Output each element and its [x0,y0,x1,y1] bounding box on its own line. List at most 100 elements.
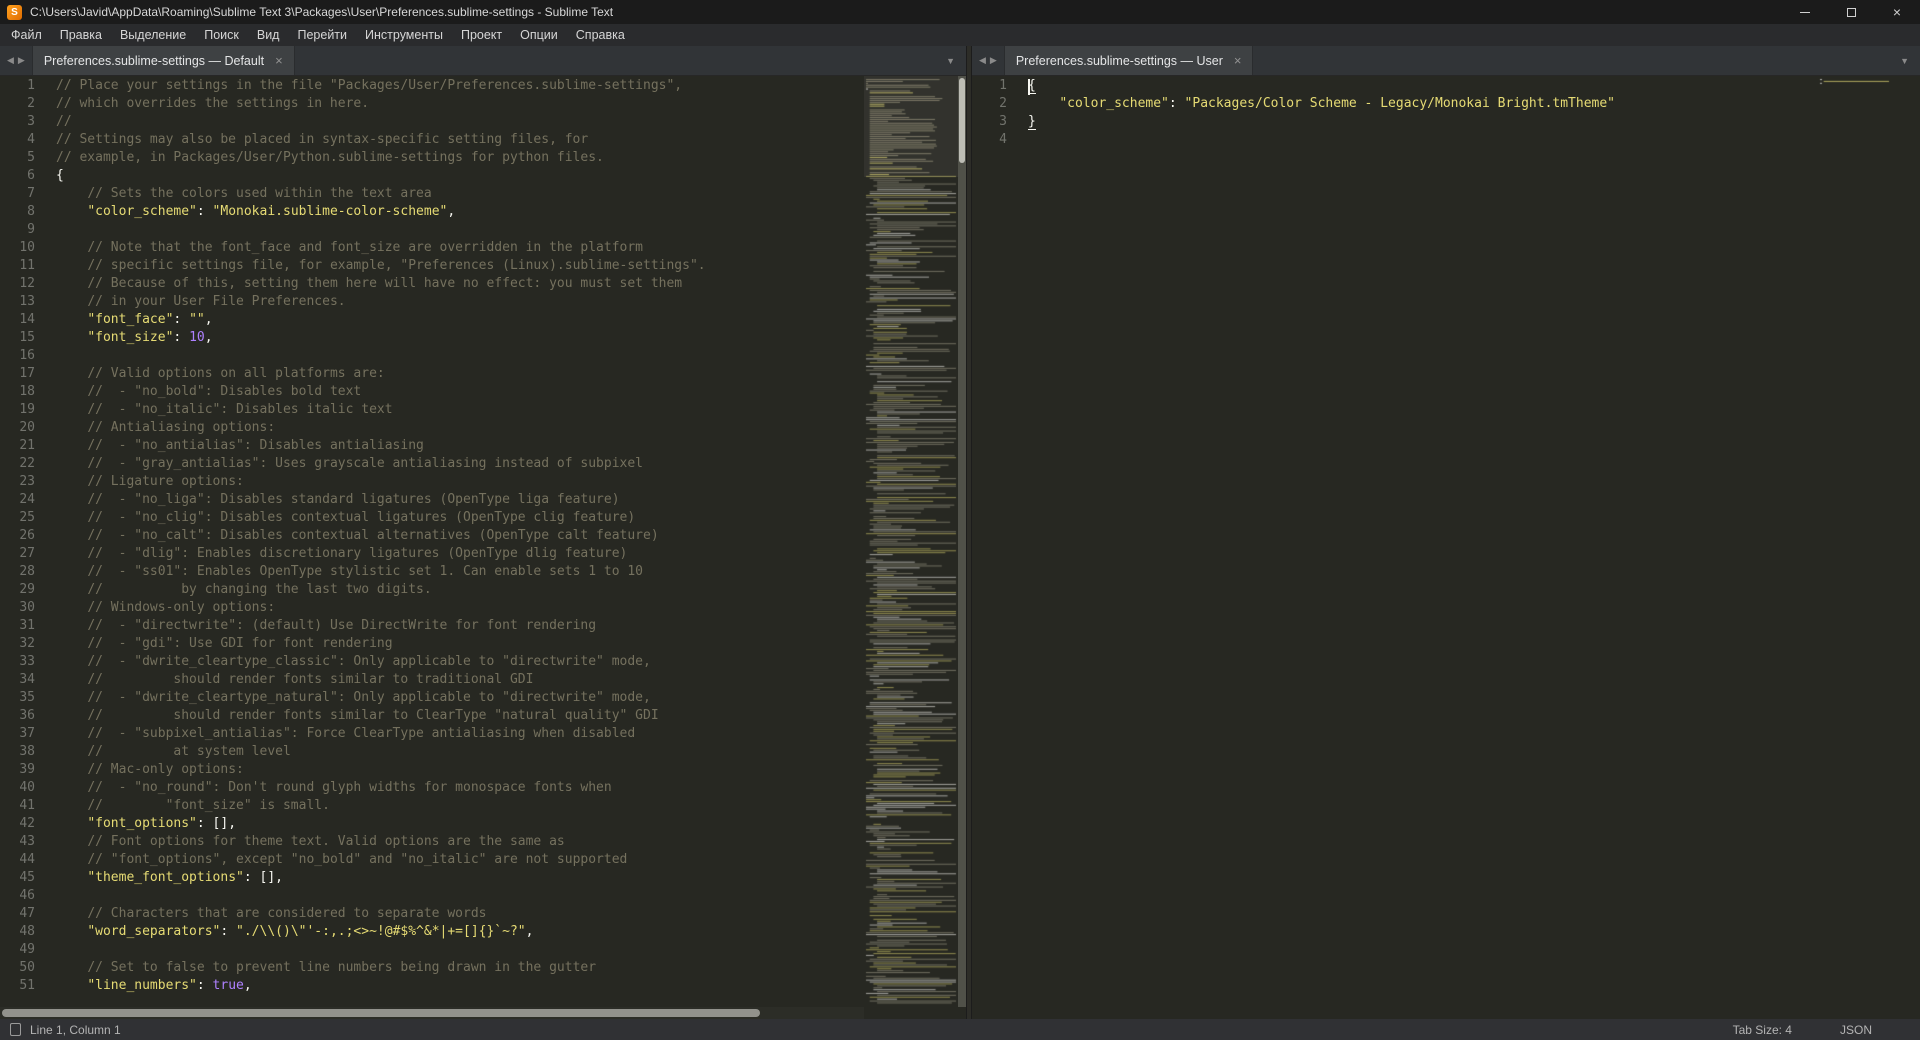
code-line[interactable]: "font_size": 10, [56,330,864,348]
code-line[interactable]: // specific settings file, for example, … [56,258,864,276]
code-line[interactable]: // [56,114,864,132]
code-line[interactable]: // Because of this, setting them here wi… [56,276,864,294]
minimize-button[interactable] [1782,0,1828,24]
tab-close-icon[interactable]: × [275,54,283,67]
code-line[interactable]: // Settings may also be placed in syntax… [56,132,864,150]
status-tab-size[interactable]: Tab Size: 4 [1733,1023,1792,1037]
code-line[interactable]: "font_face": "", [56,312,864,330]
code-line[interactable]: // - "no_italic": Disables italic text [56,402,864,420]
vertical-scrollbar[interactable] [958,76,966,1007]
next-tab-icon[interactable]: ▶ [18,55,25,66]
code-area[interactable]: { "color_scheme": "Packages/Color Scheme… [1016,76,1818,1019]
code-line[interactable]: // Antialiasing options: [56,420,864,438]
code-line[interactable]: // - "dwrite_cleartype_classic": Only ap… [56,654,864,672]
code-line[interactable]: // should render fonts similar to tradit… [56,672,864,690]
status-syntax[interactable]: JSON [1840,1023,1872,1037]
menu-item[interactable]: Проект [452,24,511,46]
code-line[interactable]: // which overrides the settings in here. [56,96,864,114]
code-line[interactable]: // Ligature options: [56,474,864,492]
hscroll-track[interactable] [0,1007,864,1019]
code-line[interactable]: // "font_size" is small. [56,798,864,816]
code-line[interactable]: // - "no_round": Don't round glyph width… [56,780,864,798]
line-number: 4 [999,132,1007,147]
code-line[interactable]: // - "gray_antialias": Uses grayscale an… [56,456,864,474]
code-line[interactable]: "line_numbers": true, [56,978,864,996]
code-line[interactable]: // Note that the font_face and font_size… [56,240,864,258]
editor-left[interactable]: 1 2 3 4 5 6 7 8 9 10 11 12 13 14 15 16 17 18 19 20 21 22 23 24 2… [0,76,966,1007]
code-line[interactable]: // Set to false to prevent line numbers … [56,960,864,978]
prev-tab-icon[interactable]: ◀ [7,55,14,66]
code-line[interactable] [56,348,864,366]
code-line[interactable]: "color_scheme": "Packages/Color Scheme -… [1028,96,1818,114]
code-line[interactable]: // Sets the colors used within the text … [56,186,864,204]
code-line[interactable]: "color_scheme": "Monokai.sublime-color-s… [56,204,864,222]
menu-item[interactable]: Инструменты [356,24,452,46]
code-line[interactable]: // Valid options on all platforms are: [56,366,864,384]
code-line[interactable]: // example, in Packages/User/Python.subl… [56,150,864,168]
tab-close-icon[interactable]: × [1234,54,1242,67]
menu-item[interactable]: Перейти [288,24,356,46]
code-line[interactable]: "theme_font_options": [], [56,870,864,888]
tab-preferences-user[interactable]: Preferences.sublime-settings — User × [1003,46,1254,75]
maximize-button[interactable] [1828,0,1874,24]
code-line[interactable]: // in your User File Preferences. [56,294,864,312]
tab-overflow-icon[interactable]: ▼ [935,46,966,75]
code-line[interactable]: // by changing the last two digits. [56,582,864,600]
code-line[interactable] [56,942,864,960]
title-bar: S C:\Users\Javid\AppData\Roaming\Sublime… [0,0,1920,24]
code-line[interactable]: } [1028,114,1818,132]
code-line[interactable]: "font_options": [], [56,816,864,834]
code-line[interactable]: // "font_options", except "no_bold" and … [56,852,864,870]
code-line[interactable]: // - "dlig": Enables discretionary ligat… [56,546,864,564]
code-line[interactable]: // - "no_antialias": Disables antialiasi… [56,438,864,456]
code-line[interactable]: // Windows-only options: [56,600,864,618]
editor-right[interactable]: 1 2 3 4 { "color_scheme": "Packages/Color S… [972,76,1920,1019]
menu-item[interactable]: Правка [51,24,111,46]
line-number: 47 [19,906,35,921]
code-line[interactable]: // - "subpixel_antialias": Force ClearTy… [56,726,864,744]
code-line[interactable]: // - "no_bold": Disables bold text [56,384,864,402]
line-number: 9 [27,222,35,237]
code-line[interactable]: "word_separators": "./\\()\"'-:,.;<>~!@#… [56,924,864,942]
code-line[interactable]: // - "no_calt": Disables contextual alte… [56,528,864,546]
code-line[interactable] [56,222,864,240]
code-line[interactable]: // Place your settings in the file "Pack… [56,78,864,96]
prev-tab-icon[interactable]: ◀ [979,55,986,66]
scrollbar-thumb[interactable] [959,78,965,163]
close-button[interactable]: × [1874,0,1920,24]
code-line[interactable]: // - "gdi": Use GDI for font rendering [56,636,864,654]
code-line[interactable]: // should render fonts similar to ClearT… [56,708,864,726]
menu-item[interactable]: Вид [248,24,289,46]
code-line[interactable]: // - "dwrite_cleartype_natural": Only ap… [56,690,864,708]
line-number: 41 [19,798,35,813]
line-number: 2 [999,96,1007,111]
code-line[interactable] [1028,132,1818,150]
tab-overflow-icon[interactable]: ▼ [1889,46,1920,75]
minimap[interactable] [1818,76,1912,1019]
code-line[interactable]: // - "ss01": Enables OpenType stylistic … [56,564,864,582]
menu-item[interactable]: Опции [511,24,567,46]
status-icon[interactable] [10,1023,21,1036]
code-line[interactable]: // - "directwrite": (default) Use Direct… [56,618,864,636]
code-line[interactable]: // Mac-only options: [56,762,864,780]
minimap[interactable] [864,76,958,1007]
code-line[interactable]: // Characters that are considered to sep… [56,906,864,924]
code-line[interactable]: { [56,168,864,186]
next-tab-icon[interactable]: ▶ [990,55,997,66]
code-line[interactable]: // - "no_clig": Disables contextual liga… [56,510,864,528]
menu-item[interactable]: Файл [2,24,51,46]
code-area[interactable]: // Place your settings in the file "Pack… [44,76,864,1007]
hscroll-thumb[interactable] [2,1009,760,1017]
line-number: 10 [19,240,35,255]
menu-item[interactable]: Выделение [111,24,195,46]
horizontal-scrollbar[interactable] [0,1007,966,1019]
menu-item[interactable]: Поиск [195,24,248,46]
code-line[interactable]: // - "no_liga": Disables standard ligatu… [56,492,864,510]
menu-item[interactable]: Справка [567,24,634,46]
line-number: 27 [19,546,35,561]
code-line[interactable]: { [1028,78,1818,96]
tab-preferences-default[interactable]: Preferences.sublime-settings — Default × [31,46,295,75]
code-line[interactable] [56,888,864,906]
code-line[interactable]: // at system level [56,744,864,762]
code-line[interactable]: // Font options for theme text. Valid op… [56,834,864,852]
